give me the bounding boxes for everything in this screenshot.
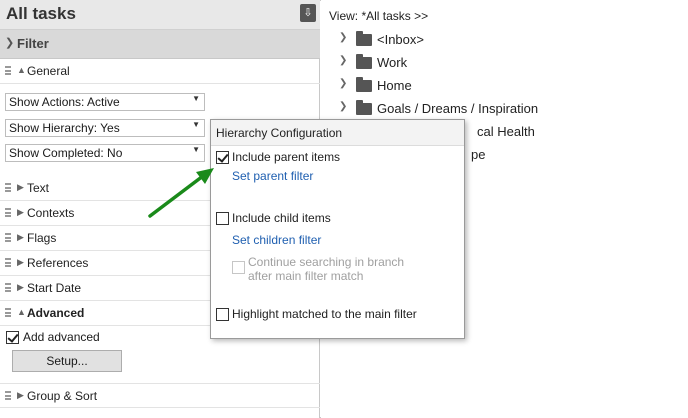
show-actions-select[interactable]: Show Actions: Active ▼ xyxy=(5,93,205,111)
expand-chevron-icon[interactable]: ❯ xyxy=(339,101,347,112)
folder-label: Goals / Dreams / Inspiration xyxy=(377,101,539,116)
download-icon[interactable]: ⇩ xyxy=(300,4,316,22)
folder-label: pe xyxy=(471,147,486,162)
chevron-down-icon: ❯ xyxy=(5,37,15,49)
section-advanced-label: Advanced xyxy=(27,306,85,320)
triangle-right-icon: ▶ xyxy=(17,182,24,192)
tree-row[interactable]: ❯ Work xyxy=(321,52,688,74)
set-children-filter-link[interactable]: Set children filter xyxy=(232,233,321,247)
continue-searching-label-1: Continue searching in branch xyxy=(248,255,405,269)
popup-header: Hierarchy Configuration xyxy=(211,120,464,146)
continue-searching-checkbox[interactable] xyxy=(232,261,245,274)
highlight-matched-checkbox[interactable] xyxy=(216,308,229,321)
set-parent-filter-link[interactable]: Set parent filter xyxy=(232,169,313,183)
drag-handle-icon[interactable] xyxy=(5,308,11,317)
triangle-right-icon: ▶ xyxy=(17,207,24,217)
popup-title: Hierarchy Configuration xyxy=(216,126,343,140)
drag-handle-icon[interactable] xyxy=(5,233,11,242)
setup-button[interactable]: Setup... xyxy=(12,350,122,372)
folder-label: Home xyxy=(377,78,412,93)
triangle-down-icon: ▲ xyxy=(17,307,26,317)
section-contexts-label: Contexts xyxy=(27,206,75,220)
section-general-label: General xyxy=(27,64,70,78)
show-hierarchy-value: Show Hierarchy: Yes xyxy=(9,121,120,135)
folder-icon xyxy=(356,77,372,92)
folder-icon xyxy=(356,100,372,115)
drag-handle-icon[interactable] xyxy=(5,183,11,192)
highlight-matched-label: Highlight matched to the main filter xyxy=(232,307,417,321)
filter-label: Filter xyxy=(17,36,49,51)
expand-chevron-icon[interactable]: ❯ xyxy=(339,55,347,66)
include-parent-label: Include parent items xyxy=(232,150,341,164)
include-parent-checkbox[interactable] xyxy=(216,151,229,164)
dropdown-caret-icon: ▼ xyxy=(192,120,200,129)
section-references-label: References xyxy=(27,256,89,270)
drag-handle-icon[interactable] xyxy=(5,283,11,292)
show-actions-value: Show Actions: Active xyxy=(9,95,120,109)
dropdown-caret-icon: ▼ xyxy=(192,145,200,154)
drag-handle-icon[interactable] xyxy=(5,258,11,267)
section-group-sort-label: Group & Sort xyxy=(27,389,98,403)
add-advanced-label: Add advanced xyxy=(23,330,100,344)
folder-label: cal Health xyxy=(477,124,535,139)
add-advanced-checkbox[interactable] xyxy=(6,331,19,344)
drag-handle-icon[interactable] xyxy=(5,391,11,400)
tree-row[interactable]: ❯ Home xyxy=(321,75,688,97)
section-start-date-label: Start Date xyxy=(27,281,82,295)
triangle-right-icon: ▶ xyxy=(17,232,24,242)
section-flags-label: Flags xyxy=(27,231,57,245)
hierarchy-config-popup: Hierarchy Configuration Include parent i… xyxy=(210,119,465,339)
triangle-right-icon: ▶ xyxy=(17,257,24,267)
folder-icon xyxy=(356,31,372,46)
folder-icon xyxy=(356,54,372,69)
show-completed-value: Show Completed: No xyxy=(9,146,123,160)
include-child-label: Include child items xyxy=(232,211,331,225)
expand-chevron-icon[interactable]: ❯ xyxy=(339,32,347,43)
drag-handle-icon[interactable] xyxy=(5,66,11,75)
page-title: All tasks xyxy=(6,4,76,23)
expand-chevron-icon[interactable]: ❯ xyxy=(339,78,347,89)
filter-header[interactable]: ❯ Filter xyxy=(0,30,320,59)
dropdown-caret-icon: ▼ xyxy=(192,94,200,103)
folder-label: <Inbox> xyxy=(377,32,424,47)
triangle-down-icon: ▲ xyxy=(17,65,26,75)
drag-handle-icon[interactable] xyxy=(5,208,11,217)
tree-row[interactable]: ❯ <Inbox> xyxy=(321,29,688,51)
show-hierarchy-select[interactable]: Show Hierarchy: Yes ▼ xyxy=(5,119,205,137)
triangle-right-icon: ▶ xyxy=(17,282,24,292)
include-child-checkbox[interactable] xyxy=(216,212,229,225)
title-bar: All tasks ⇩ xyxy=(0,0,320,30)
section-general[interactable]: ▲ General xyxy=(0,59,320,84)
continue-searching-label-2: after main filter match xyxy=(248,269,364,283)
triangle-right-icon: ▶ xyxy=(17,390,24,400)
view-breadcrumb[interactable]: View: *All tasks >> xyxy=(329,9,428,23)
section-group-sort[interactable]: ▶ Group & Sort xyxy=(0,383,320,408)
tree-row[interactable]: ❯ Goals / Dreams / Inspiration xyxy=(321,98,688,120)
show-completed-select[interactable]: Show Completed: No ▼ xyxy=(5,144,205,162)
section-text-label: Text xyxy=(27,181,50,195)
folder-label: Work xyxy=(377,55,408,70)
